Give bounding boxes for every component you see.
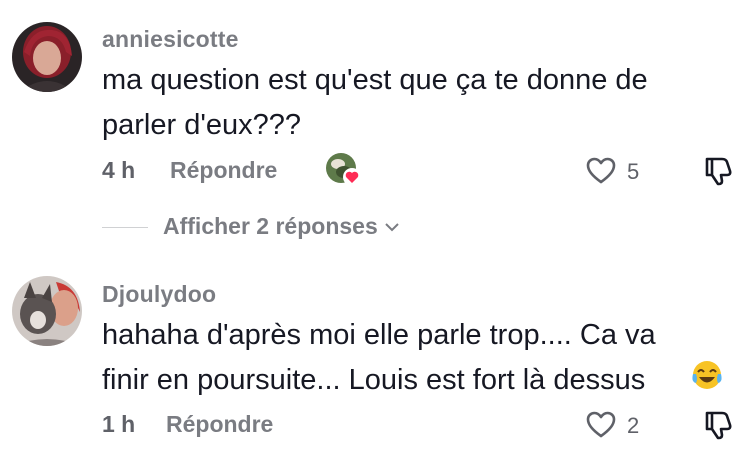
thumbs-down-icon[interactable]	[702, 407, 736, 441]
heart-outline-icon[interactable]	[585, 409, 617, 439]
reply-button[interactable]: Répondre	[170, 157, 277, 184]
comment-timestamp: 1 h	[102, 411, 136, 437]
comment-username[interactable]: Djoulydoo	[102, 281, 216, 308]
heart-icon	[343, 168, 361, 186]
avatar[interactable]	[12, 22, 82, 92]
reply-button[interactable]: Répondre	[166, 411, 273, 438]
comment-text-line: parler d'eux???	[102, 109, 302, 141]
comment-username[interactable]: anniesicotte	[102, 26, 239, 53]
face-with-tears-of-joy-icon	[692, 361, 722, 389]
comment-text-line: finir en poursuite... Louis est fort là …	[102, 364, 646, 396]
view-replies-label: Afficher 2 réponses	[163, 213, 378, 239]
heart-outline-icon[interactable]	[585, 155, 617, 185]
comment-text-line: ma question est qu'est que ça te donne d…	[102, 64, 648, 96]
like-count: 5	[627, 159, 640, 184]
chevron-down-icon	[385, 222, 399, 231]
creator-liked-badge	[324, 150, 364, 190]
comment-text: hahaha d'après moi elle parle trop.... C…	[102, 313, 722, 403]
comment-text-line: hahaha d'après moi elle parle trop.... C…	[102, 319, 656, 351]
comment-timestamp: 4 h	[102, 157, 136, 183]
thumbs-down-icon[interactable]	[702, 153, 736, 187]
comment-text: ma question est qu'est que ça te donne d…	[102, 58, 722, 148]
avatar[interactable]	[12, 276, 82, 346]
like-count: 2	[627, 413, 640, 438]
replies-divider	[102, 227, 148, 228]
view-replies-button[interactable]: Afficher 2 réponses	[163, 213, 400, 240]
